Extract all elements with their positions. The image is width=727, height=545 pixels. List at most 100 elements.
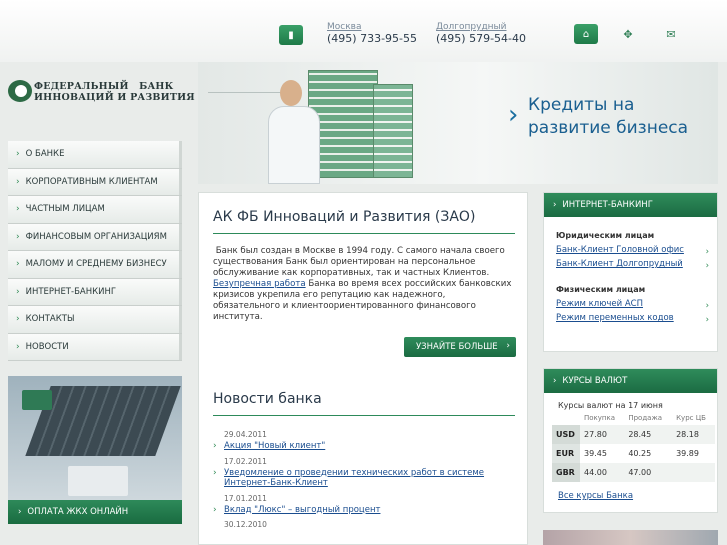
menu-item-label: КОРПОРАТИВНЫМ КЛИЕНТАМ: [25, 176, 158, 187]
bank-client-dolgoprudny-link[interactable]: Банк-Клиент Долгопрудный ›: [544, 259, 717, 271]
legal-entities-heading: Юридическим лицам: [556, 231, 655, 240]
link-label: Режим переменных кодов: [556, 313, 674, 323]
menu-item-label: ФИНАНСОВЫМ ОРГАНИЗАЦИЯМ: [25, 231, 167, 242]
bank-logo[interactable]: ФЕДЕРАЛЬНЫЙ БАНК ИННОВАЦИЙ И РАЗВИТИЯ: [34, 81, 195, 103]
menu-item-about[interactable]: › О БАНКЕ: [8, 141, 182, 169]
column-header: [552, 412, 580, 425]
utility-payment-button[interactable]: › ОПЛАТА ЖКХ ОНЛАЙН: [8, 500, 182, 524]
currency-code: USD: [552, 425, 580, 444]
menu-item-label: НОВОСТИ: [25, 341, 69, 352]
menu-item-private[interactable]: › ЧАСТНЫМ ЛИЦАМ: [8, 196, 182, 224]
about-text: Банк был создан в Москве в 1994 году. С …: [213, 246, 513, 323]
chevron-right-icon: ›: [213, 467, 217, 478]
chevron-right-icon: ›: [16, 231, 20, 242]
cb-rate: 28.18: [672, 425, 715, 444]
building-image: [373, 84, 413, 178]
bank-logo-icon[interactable]: [8, 80, 32, 102]
news-link[interactable]: Вклад "Люкс" – выгодный процент: [224, 505, 380, 515]
chevron-right-icon: ›: [553, 200, 557, 210]
menu-item-news[interactable]: › НОВОСТИ: [8, 333, 182, 361]
chevron-right-icon: ›: [553, 376, 557, 386]
news-title: Новости банка: [213, 391, 322, 407]
all-rates-link[interactable]: Все курсы Банка: [558, 491, 633, 501]
menu-item-label: КОНТАКТЫ: [25, 314, 75, 325]
credit-card-image: [22, 390, 52, 410]
sell-rate: 40.25: [628, 449, 652, 458]
individuals-heading: Физическим лицам: [556, 285, 646, 294]
rates-caption: Курсы валют на 17 июня: [558, 401, 663, 410]
sell-rate: 47.00: [624, 463, 673, 482]
chevron-right-icon: ›: [16, 286, 20, 297]
menu-item-label: МАЛОМУ И СРЕДНЕМУ БИЗНЕСУ: [25, 259, 167, 270]
chevron-right-icon: ›: [16, 149, 20, 160]
office-moscow: Москва (495) 733-95-55: [327, 22, 417, 45]
mail-icon[interactable]: ✉: [663, 26, 679, 42]
table-row: EUR 39.45 40.25 39.89: [552, 444, 715, 463]
chevron-right-icon: ›: [705, 247, 709, 257]
about-text-part-1: Банк был создан в Москве в 1994 году. С …: [213, 246, 508, 278]
chevron-right-icon: ›: [705, 261, 709, 271]
menu-item-internet-banking[interactable]: › ИНТЕРНЕТ-БАНКИНГ: [8, 278, 182, 306]
menu-item-financial[interactable]: › ФИНАНСОВЫМ ОРГАНИЗАЦИЯМ: [8, 223, 182, 251]
chevron-right-icon: ›: [508, 100, 519, 130]
cb-rate: 39.89: [676, 449, 699, 458]
chevron-right-icon: ›: [213, 441, 217, 451]
news-link[interactable]: Акция "Новый клиент": [224, 441, 325, 451]
office-city-link[interactable]: Долгопрудный: [436, 22, 526, 32]
asp-keys-mode-link[interactable]: Режим ключей АСП ›: [544, 299, 717, 311]
rates-header-row: Покупка Продажа Курс ЦБ: [552, 412, 715, 425]
buy-rate: 27.80: [580, 425, 625, 444]
logo-line-1: ФЕДЕРАЛЬНЫЙ БАНК: [34, 81, 174, 92]
main-menu: › О БАНКЕ › КОРПОРАТИВНЫМ КЛИЕНТАМ › ЧАСТНЫ…: [8, 141, 182, 361]
news-item: 17.02.2011 › Уведомление о проведении те…: [213, 457, 513, 489]
variable-codes-mode-link[interactable]: Режим переменных кодов ›: [544, 313, 717, 325]
news-item: 30.12.2010: [213, 520, 513, 529]
office-dolgoprudny: Долгопрудный (495) 579-54-40: [436, 22, 526, 45]
exchange-rates-widget: › КУРСЫ ВАЛЮТ Курсы валют на 17 июня Поку…: [543, 368, 718, 513]
chevron-right-icon: ›: [16, 204, 20, 215]
learn-more-label: УЗНАЙТЕ БОЛЬШЕ: [416, 342, 498, 352]
chevron-right-icon: ›: [16, 341, 20, 352]
rates-table: Покупка Продажа Курс ЦБ USD 27.80 28.45 …: [552, 412, 715, 482]
banner-headline: Кредиты на развитие бизнеса: [528, 94, 688, 140]
news-list: 29.04.2011 › Акция "Новый клиент" 17.02.…: [213, 430, 513, 534]
menu-item-contacts[interactable]: › КОНТАКТЫ: [8, 306, 182, 334]
chevron-right-icon: ›: [705, 301, 709, 311]
news-date: 17.01.2011: [224, 493, 267, 503]
promo-photo[interactable]: [543, 530, 718, 545]
businessman-head: [280, 80, 302, 106]
learn-more-button[interactable]: УЗНАЙТЕ БОЛЬШЕ ›: [404, 337, 516, 357]
menu-item-corporate[interactable]: › КОРПОРАТИВНЫМ КЛИЕНТАМ: [8, 168, 182, 196]
link-label: Банк-Клиент Долгопрудный: [556, 259, 683, 269]
buy-rate: 44.00: [580, 463, 625, 482]
bank-client-head-office-link[interactable]: Банк-Клиент Головной офис ›: [544, 245, 717, 257]
sitemap-icon[interactable]: ✥: [620, 26, 636, 42]
news-link[interactable]: Уведомление о проведении технических раб…: [224, 468, 484, 489]
sell-rate: 28.45: [624, 425, 673, 444]
chevron-right-icon: ›: [16, 314, 20, 325]
news-divider: [213, 415, 515, 416]
internet-banking-widget: › ИНТЕРНЕТ-БАНКИНГ Юридическим лицам Банк…: [543, 192, 718, 352]
menu-item-label: О БАНКЕ: [25, 149, 65, 160]
currency-code: GBR: [552, 463, 580, 482]
internet-banking-header: › ИНТЕРНЕТ-БАНКИНГ: [544, 193, 717, 217]
about-link[interactable]: Безупречная работа: [213, 279, 306, 289]
mobile-phone-icon[interactable]: ▮: [279, 25, 303, 45]
chevron-right-icon: ›: [213, 504, 217, 515]
column-header: Курс ЦБ: [676, 414, 706, 422]
chevron-right-icon: ›: [18, 507, 22, 517]
news-date: 17.02.2011: [224, 456, 267, 466]
table-row: GBR 44.00 47.00: [552, 463, 715, 482]
link-label: Банк-Клиент Головной офис: [556, 245, 684, 255]
utility-payment-promo[interactable]: › ОПЛАТА ЖКХ ОНЛАЙН: [8, 376, 182, 524]
news-date: 29.04.2011: [224, 430, 267, 439]
promo-banner[interactable]: › Кредиты на развитие бизнеса: [198, 62, 718, 184]
chevron-right-icon: ›: [506, 341, 510, 351]
office-city-link[interactable]: Москва: [327, 22, 417, 32]
menu-item-sme[interactable]: › МАЛОМУ И СРЕДНЕМУ БИЗНЕСУ: [8, 251, 182, 279]
menu-item-label: ЧАСТНЫМ ЛИЦАМ: [25, 204, 105, 215]
link-label: Режим ключей АСП: [556, 299, 643, 309]
chevron-right-icon: ›: [16, 259, 20, 270]
home-icon[interactable]: ⌂: [574, 24, 598, 44]
chevron-right-icon: ›: [16, 176, 20, 187]
